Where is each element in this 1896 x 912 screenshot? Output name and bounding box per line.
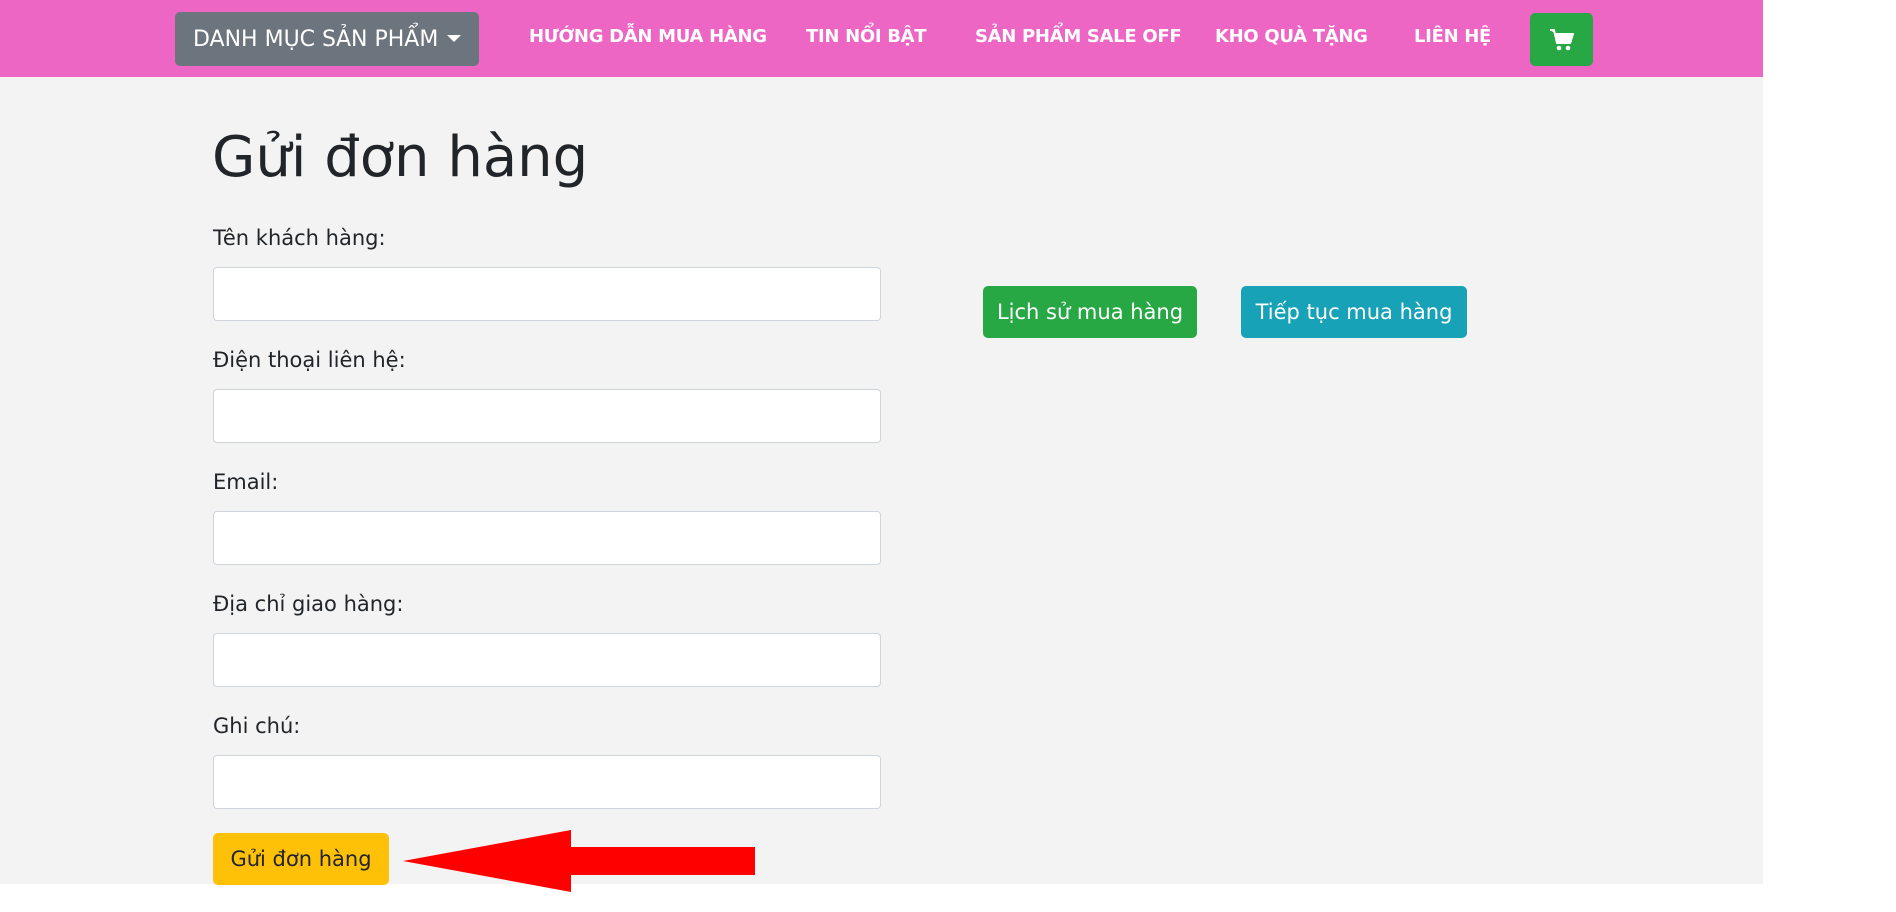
note-label: Ghi chú: [213, 714, 301, 738]
category-dropdown-label: DANH MỤC SẢN PHẨM [193, 26, 439, 52]
nav-link-sale-off[interactable]: SẢN PHẨM SALE OFF [975, 22, 1182, 52]
annotation-arrow-icon [403, 830, 755, 892]
customer-name-input[interactable] [213, 267, 881, 321]
top-navbar: DANH MỤC SẢN PHẨM HƯỚNG DẪN MUA HÀNG TIN… [0, 0, 1763, 77]
shopping-cart-icon [1549, 28, 1574, 50]
phone-input[interactable] [213, 389, 881, 443]
nav-link-featured-news[interactable]: TIN NỔI BẬT [806, 22, 927, 52]
cart-button[interactable] [1530, 13, 1593, 66]
page-title: Gửi đơn hàng [212, 125, 589, 190]
shipping-address-label: Địa chỉ giao hàng: [213, 592, 404, 616]
purchase-history-button[interactable]: Lịch sử mua hàng [983, 286, 1197, 338]
category-dropdown[interactable]: DANH MỤC SẢN PHẨM [175, 12, 479, 66]
submit-order-button[interactable]: Gửi đơn hàng [213, 833, 389, 885]
note-input[interactable] [213, 755, 881, 809]
nav-link-purchase-guide[interactable]: HƯỚNG DẪN MUA HÀNG [529, 22, 767, 52]
email-input[interactable] [213, 511, 881, 565]
customer-name-label: Tên khách hàng: [213, 226, 386, 250]
shipping-address-input[interactable] [213, 633, 881, 687]
phone-label: Điện thoại liên hệ: [213, 348, 406, 372]
page-background: DANH MỤC SẢN PHẨM HƯỚNG DẪN MUA HÀNG TIN… [0, 0, 1763, 885]
nav-link-contact[interactable]: LIÊN HỆ [1414, 22, 1491, 52]
continue-shopping-button[interactable]: Tiếp tục mua hàng [1241, 286, 1467, 338]
email-label: Email: [213, 470, 279, 494]
caret-down-icon [447, 35, 461, 42]
nav-link-gift-store[interactable]: KHO QUÀ TẶNG [1215, 22, 1368, 52]
